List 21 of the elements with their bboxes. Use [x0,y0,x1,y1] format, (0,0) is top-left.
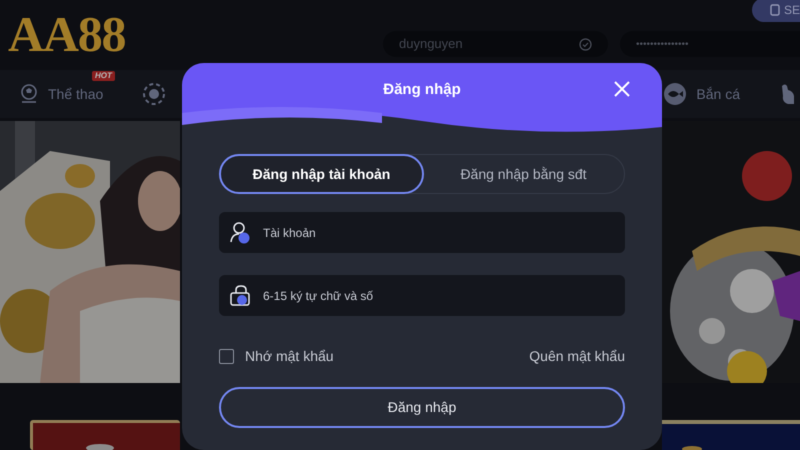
tab[interactable]: Đăng nhập tài khoản [219,154,424,194]
nav-item[interactable]: Bắn cá [662,83,740,105]
forgot-password-link[interactable]: Quên mật khẩu [529,346,625,367]
input-field[interactable]: Tài khoản [219,212,625,253]
tab[interactable]: Đăng nhập bằng sđt [423,155,624,193]
login-button[interactable]: Đăng nhập [219,387,625,428]
logo[interactable]: AA88 [8,6,126,62]
checkbox[interactable] [219,349,234,364]
phone-icon [770,4,780,16]
account-button[interactable]: SE [752,0,800,22]
check-icon [579,38,592,50]
fish-icon [662,83,688,105]
nav-item[interactable]: Thể thao [18,84,104,104]
close-icon[interactable] [614,81,630,97]
remember-label: Nhớ mật khẩu [245,347,334,366]
input-field[interactable]: 6-15 ký tự chữ và số [219,275,625,316]
dialog-title: Đăng nhập [383,80,461,100]
ball-icon [18,84,40,104]
hot-badge: HOT [92,70,115,80]
poker-chip-icon [143,83,166,105]
lock-icon [229,285,253,307]
